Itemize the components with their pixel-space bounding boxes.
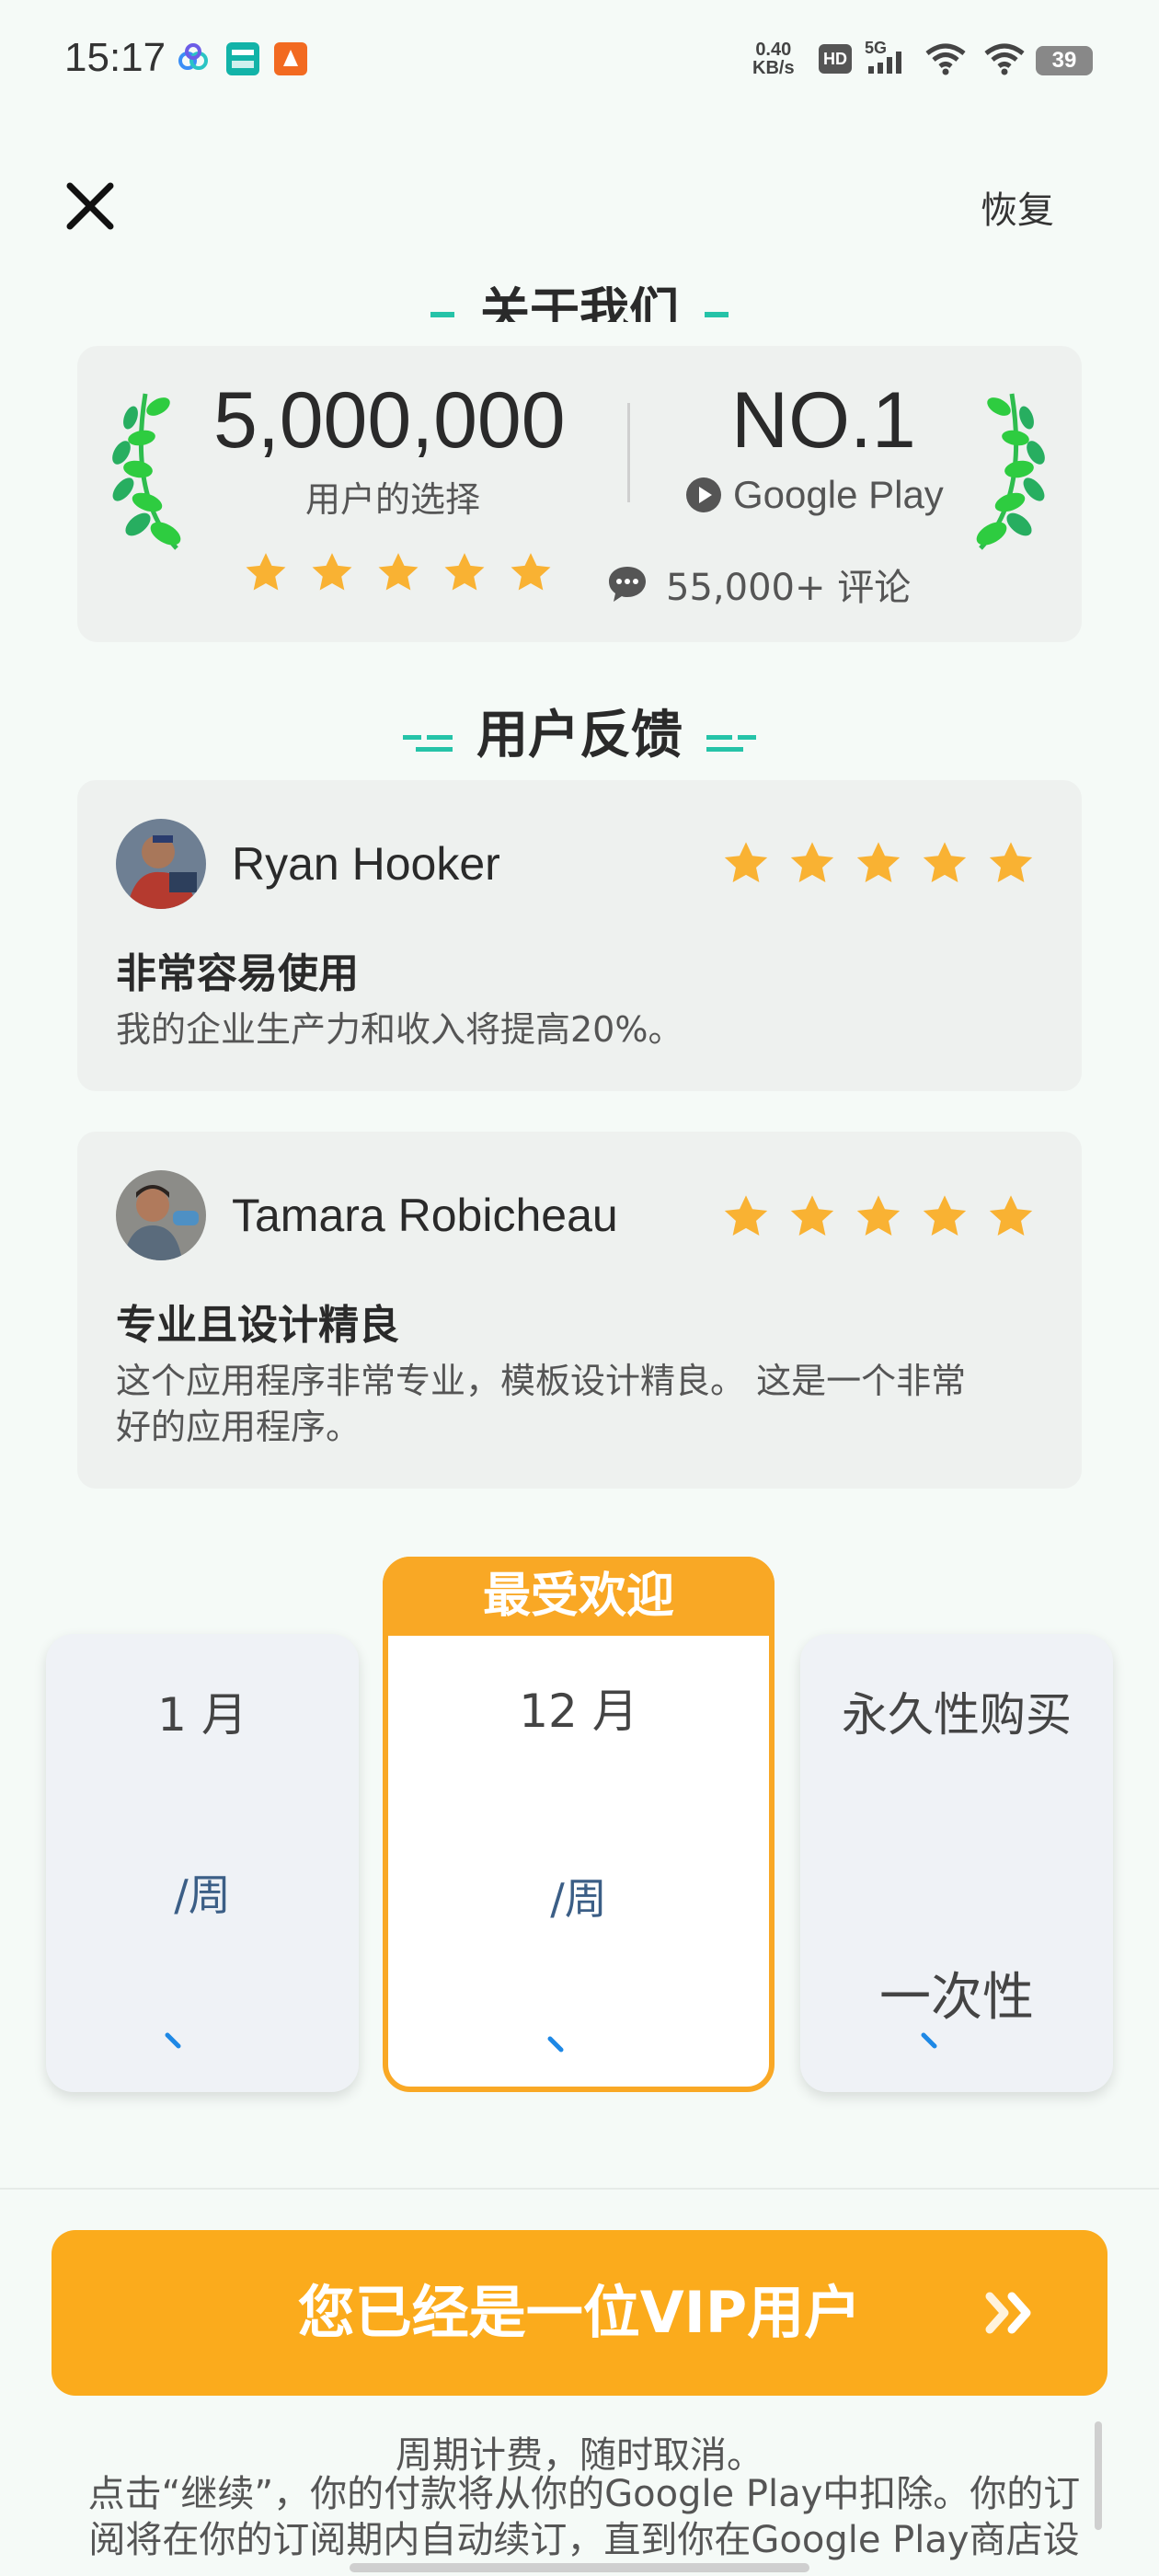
app-icon (274, 42, 307, 75)
reviewer-avatar (116, 1170, 206, 1260)
users-label: 用户的选择 (304, 479, 480, 520)
stats-star-rating (243, 550, 554, 596)
loading-spinner-icon (165, 2032, 181, 2049)
review-star-rating (721, 1192, 1036, 1242)
title-decoration-right (706, 708, 756, 768)
star-icon (511, 553, 551, 591)
plan-price-period: /周 (174, 1870, 231, 1920)
loading-spinner-icon (921, 2032, 937, 2049)
reviews-count-text: 55,000+ 评论 (666, 567, 912, 609)
most-popular-badge: 最受欢迎 (383, 1557, 775, 1636)
reviewer-avatar (116, 819, 206, 909)
review-title: 非常容易使用 (116, 950, 359, 997)
comment-icon (609, 567, 646, 602)
star-icon (989, 1195, 1033, 1236)
scrollbar-thumb[interactable] (1095, 2421, 1102, 2530)
feedback-title-text: 用户反馈 (476, 706, 683, 765)
star-icon (856, 842, 901, 883)
reviewer-name: Tamara Robicheau (232, 1190, 618, 1241)
subscription-terms: 点击“继续”，你的付款将从你的Google Play中扣除。你的订 阅将在你的订… (64, 2471, 1104, 2563)
review-body-line-1: 这个应用程序非常专业，模板设计精良。 这是一个非常 (116, 1361, 967, 1401)
close-button[interactable] (61, 177, 120, 236)
star-icon (923, 1195, 967, 1236)
review-body-line-2: 好的应用程序。 (116, 1407, 361, 1447)
network-speed-value: 0.40 (755, 40, 792, 60)
plan-name: 12 月 (519, 1685, 638, 1738)
about-title-text: 关于我们 (480, 282, 679, 322)
about-title-container: 关于我们 (0, 276, 1159, 322)
review-body: 我的企业生产力和收入将提高20%。 (116, 1009, 683, 1050)
laurel-left-icon (110, 386, 195, 558)
about-title: 关于我们 (0, 276, 1159, 322)
google-play-icon (686, 477, 721, 512)
star-icon (444, 553, 485, 591)
stats-divider (627, 403, 630, 502)
title-decoration-left (430, 312, 454, 318)
vip-status-label: 您已经是一位VIP用户 (297, 2279, 862, 2346)
baidu-netdisk-icon (177, 42, 210, 75)
terms-line-2: 阅将在你的订阅期内自动续订，直到你在Google Play商店设 (88, 2519, 1080, 2561)
loading-spinner-icon (547, 2036, 564, 2053)
star-icon (856, 1195, 901, 1236)
home-indicator[interactable] (350, 2563, 809, 2572)
plan-card-lifetime[interactable]: 永久性购买 一次性 (800, 1634, 1113, 2092)
feedback-title: 用户反馈 (0, 694, 1159, 768)
star-icon (790, 842, 834, 883)
cellular-signal-icon: 5G (865, 39, 916, 77)
star-icon (724, 1195, 768, 1236)
network-speed-unit: KB/s (752, 58, 795, 78)
star-icon (790, 1195, 834, 1236)
plan-name: 1 月 (157, 1688, 247, 1742)
reviewer-name: Ryan Hooker (232, 838, 500, 890)
rank-label: Google Play (685, 473, 944, 517)
wifi-icon-2 (982, 40, 1027, 81)
plan-card-yearly[interactable]: 12 月 /周 (383, 1557, 775, 2092)
rank-label-text: Google Play (733, 473, 944, 516)
review-title: 专业且设计精良 (116, 1302, 399, 1349)
users-count: 5,000,000 (213, 376, 566, 465)
close-icon (66, 182, 114, 230)
plan-price-period: /周 (550, 1874, 607, 1924)
status-time: 15:17 (64, 35, 166, 80)
network-speed: 0.40 KB/s (752, 40, 795, 77)
rank-value: NO.1 (731, 376, 916, 465)
plan-name: 永久性购买 (842, 1688, 1072, 1742)
reviews-count: 55,000+ 评论 (607, 558, 911, 611)
star-icon (989, 842, 1033, 883)
title-decoration-left (403, 708, 453, 768)
laurel-right-icon (962, 386, 1047, 558)
wifi-icon (924, 40, 968, 81)
plan-price-period: 一次性 (879, 1968, 1034, 2028)
battery-indicator: 39 (1036, 46, 1093, 75)
review-star-rating (721, 839, 1036, 889)
hd-badge: HD (819, 44, 852, 74)
star-icon (724, 842, 768, 883)
boss-zhipin-icon (226, 42, 259, 75)
star-icon (312, 553, 352, 591)
star-icon (246, 553, 286, 591)
star-icon (923, 842, 967, 883)
star-icon (378, 553, 419, 591)
network-type: 5G (865, 39, 888, 57)
title-decoration-right (705, 312, 729, 318)
restore-button[interactable]: 恢复 (981, 180, 1054, 234)
double-chevron-right-icon (982, 2287, 1041, 2339)
divider (0, 2188, 1159, 2190)
plan-card-monthly[interactable]: 1 月 /周 (46, 1634, 359, 2092)
terms-line-1: 点击“继续”，你的付款将从你的Google Play中扣除。你的订 (87, 2473, 1081, 2515)
